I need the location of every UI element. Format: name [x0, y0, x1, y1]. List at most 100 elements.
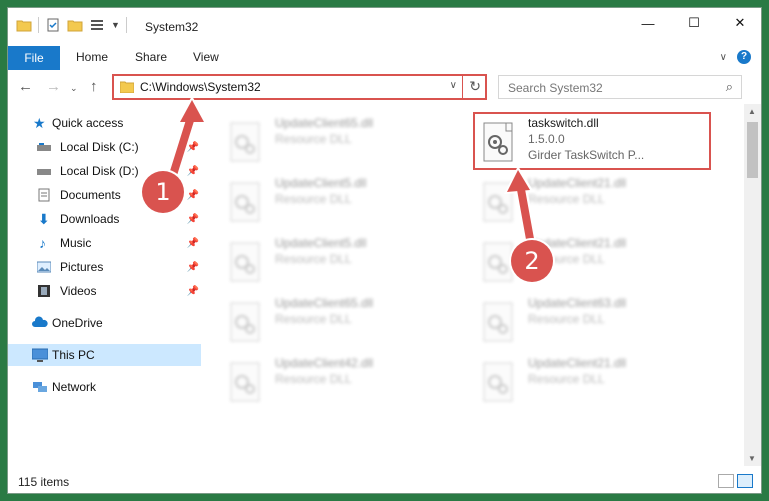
search-icon[interactable]: ⌕: [726, 79, 733, 95]
file-name: UpdateClient5.dll: [275, 176, 367, 190]
dll-file-icon: [230, 122, 260, 162]
toolbar-divider: [38, 17, 39, 33]
file-item[interactable]: UpdateClient65.dll Resource DLL: [223, 294, 453, 350]
file-item[interactable]: UpdateClient65.dll Resource DLL: [223, 114, 453, 170]
file-description: Resource DLL: [275, 132, 352, 146]
step-2-callout: 2: [511, 240, 553, 282]
sidebar-item-label: Local Disk (D:): [60, 164, 139, 178]
dll-file-icon: [230, 182, 260, 222]
chevron-down-icon[interactable]: ▼: [111, 20, 120, 30]
pin-icon[interactable]: 📌: [187, 142, 199, 153]
address-path[interactable]: C:\Windows\System32: [140, 80, 261, 94]
sidebar-item-pictures[interactable]: Pictures 📌: [8, 256, 201, 278]
picture-icon: [37, 261, 51, 273]
sidebar-item-onedrive[interactable]: OneDrive: [8, 312, 201, 334]
dll-file-icon: [230, 302, 260, 342]
file-item[interactable]: UpdateClient63.dll Resource DLL: [476, 294, 706, 350]
dll-file-icon: [230, 362, 260, 402]
file-description: Resource DLL: [528, 192, 605, 206]
pin-icon[interactable]: 📌: [187, 190, 199, 201]
tab-file[interactable]: File: [8, 46, 60, 70]
tab-share[interactable]: Share: [135, 50, 167, 64]
computer-icon: [32, 348, 48, 362]
sidebar-item-quick-access[interactable]: ★ Quick access: [8, 112, 201, 134]
details-view-icon[interactable]: [718, 474, 734, 488]
pin-icon[interactable]: 📌: [187, 166, 199, 177]
sidebar-item-local-disk-c[interactable]: Local Disk (C:) 📌: [8, 136, 201, 158]
item-count: 115 items: [18, 475, 70, 489]
customize-toolbar-icon[interactable]: [89, 17, 105, 33]
sidebar-item-label: Local Disk (C:): [60, 140, 139, 154]
file-item[interactable]: UpdateClient5.dll Resource DLL: [223, 234, 453, 290]
ribbon-tabs: File Home Share View ∨ ?: [8, 44, 761, 70]
pin-icon[interactable]: 📌: [187, 262, 199, 273]
file-item[interactable]: UpdateClient21.dll Resource DLL: [476, 174, 706, 230]
sidebar-item-this-pc[interactable]: This PC: [8, 344, 201, 366]
sidebar-item-label: Music: [60, 236, 92, 250]
close-button[interactable]: ✕: [717, 8, 761, 38]
up-arrow-icon[interactable]: ↑: [90, 78, 98, 95]
minimize-button[interactable]: —: [625, 8, 671, 38]
step-1-callout: 1: [142, 171, 184, 213]
file-name: UpdateClient65.dll: [275, 296, 374, 310]
sidebar-item-downloads[interactable]: ⬇ Downloads 📌: [8, 208, 201, 230]
view-switcher: [718, 474, 753, 488]
star-icon: ★: [33, 115, 46, 131]
tiles-view-icon[interactable]: [737, 474, 753, 488]
title-bar: ▼ System32 — ☐ ✕: [8, 8, 761, 44]
maximize-button[interactable]: ☐: [671, 8, 717, 38]
download-arrow-icon: ⬇: [38, 211, 50, 227]
status-bar: 115 items: [8, 468, 761, 493]
address-bar[interactable]: C:\Windows\System32 ∨ ↻: [112, 74, 487, 100]
vertical-scrollbar[interactable]: ▲ ▼: [744, 104, 761, 466]
quick-access-toolbar: ▼: [16, 17, 127, 33]
sidebar-item-label: Downloads: [60, 212, 120, 226]
pin-icon[interactable]: 📌: [187, 286, 199, 297]
forward-arrow-icon[interactable]: →: [46, 78, 61, 95]
dll-file-icon: [483, 242, 513, 282]
scrollbar-thumb[interactable]: [747, 122, 758, 178]
refresh-icon[interactable]: ↻: [469, 78, 481, 95]
network-icon: [33, 382, 47, 392]
drive-icon: [37, 169, 51, 175]
explorer-window: ▼ System32 — ☐ ✕ File Home Share View ∨ …: [7, 7, 762, 494]
search-input[interactable]: Search System32 ⌕: [498, 75, 742, 99]
sidebar-item-videos[interactable]: Videos 📌: [8, 280, 201, 302]
address-dropdown-icon[interactable]: ∨: [450, 80, 457, 91]
file-item[interactable]: UpdateClient21.dll Resource DLL: [476, 354, 706, 410]
tab-home[interactable]: Home: [76, 50, 108, 64]
file-description: Resource DLL: [528, 312, 605, 326]
file-item[interactable]: UpdateClient42.dll Resource DLL: [223, 354, 453, 410]
sidebar-item-label: This PC: [52, 348, 95, 362]
music-note-icon: ♪: [39, 235, 46, 251]
sidebar-item-label: Videos: [60, 284, 97, 298]
file-item[interactable]: UpdateClient5.dll Resource DLL: [223, 174, 453, 230]
expand-ribbon-icon[interactable]: ∨: [720, 52, 727, 63]
help-icon[interactable]: ?: [737, 50, 751, 64]
scroll-down-icon[interactable]: ▼: [748, 454, 756, 463]
dll-file-icon: [230, 242, 260, 282]
pin-icon[interactable]: 📌: [187, 238, 199, 249]
sidebar-item-label: Pictures: [60, 260, 104, 274]
file-name: UpdateClient21.dll: [528, 176, 627, 190]
tab-view[interactable]: View: [193, 50, 219, 64]
back-arrow-icon[interactable]: ←: [18, 78, 33, 95]
sidebar-item-label: Documents: [60, 188, 121, 202]
sidebar-item-network[interactable]: Network: [8, 376, 201, 398]
file-name: UpdateClient63.dll: [528, 296, 627, 310]
film-icon: [38, 285, 50, 297]
pin-icon[interactable]: 📌: [187, 214, 199, 225]
navigation-pane: ★ Quick access Local Disk (C:) 📌 Local D…: [8, 104, 201, 466]
folder-icon[interactable]: [16, 17, 32, 33]
file-description: Resource DLL: [528, 372, 605, 386]
properties-icon[interactable]: [45, 17, 61, 33]
recent-locations-chevron-icon[interactable]: ⌄: [70, 83, 78, 94]
file-description: Resource DLL: [275, 192, 352, 206]
file-name: UpdateClient21.dll: [528, 356, 627, 370]
window-title: System32: [145, 20, 199, 34]
scroll-up-icon[interactable]: ▲: [748, 107, 756, 116]
new-folder-icon[interactable]: [67, 17, 83, 33]
cloud-icon: [32, 316, 48, 327]
search-placeholder: Search System32: [508, 81, 603, 95]
sidebar-item-music[interactable]: ♪ Music 📌: [8, 232, 201, 254]
